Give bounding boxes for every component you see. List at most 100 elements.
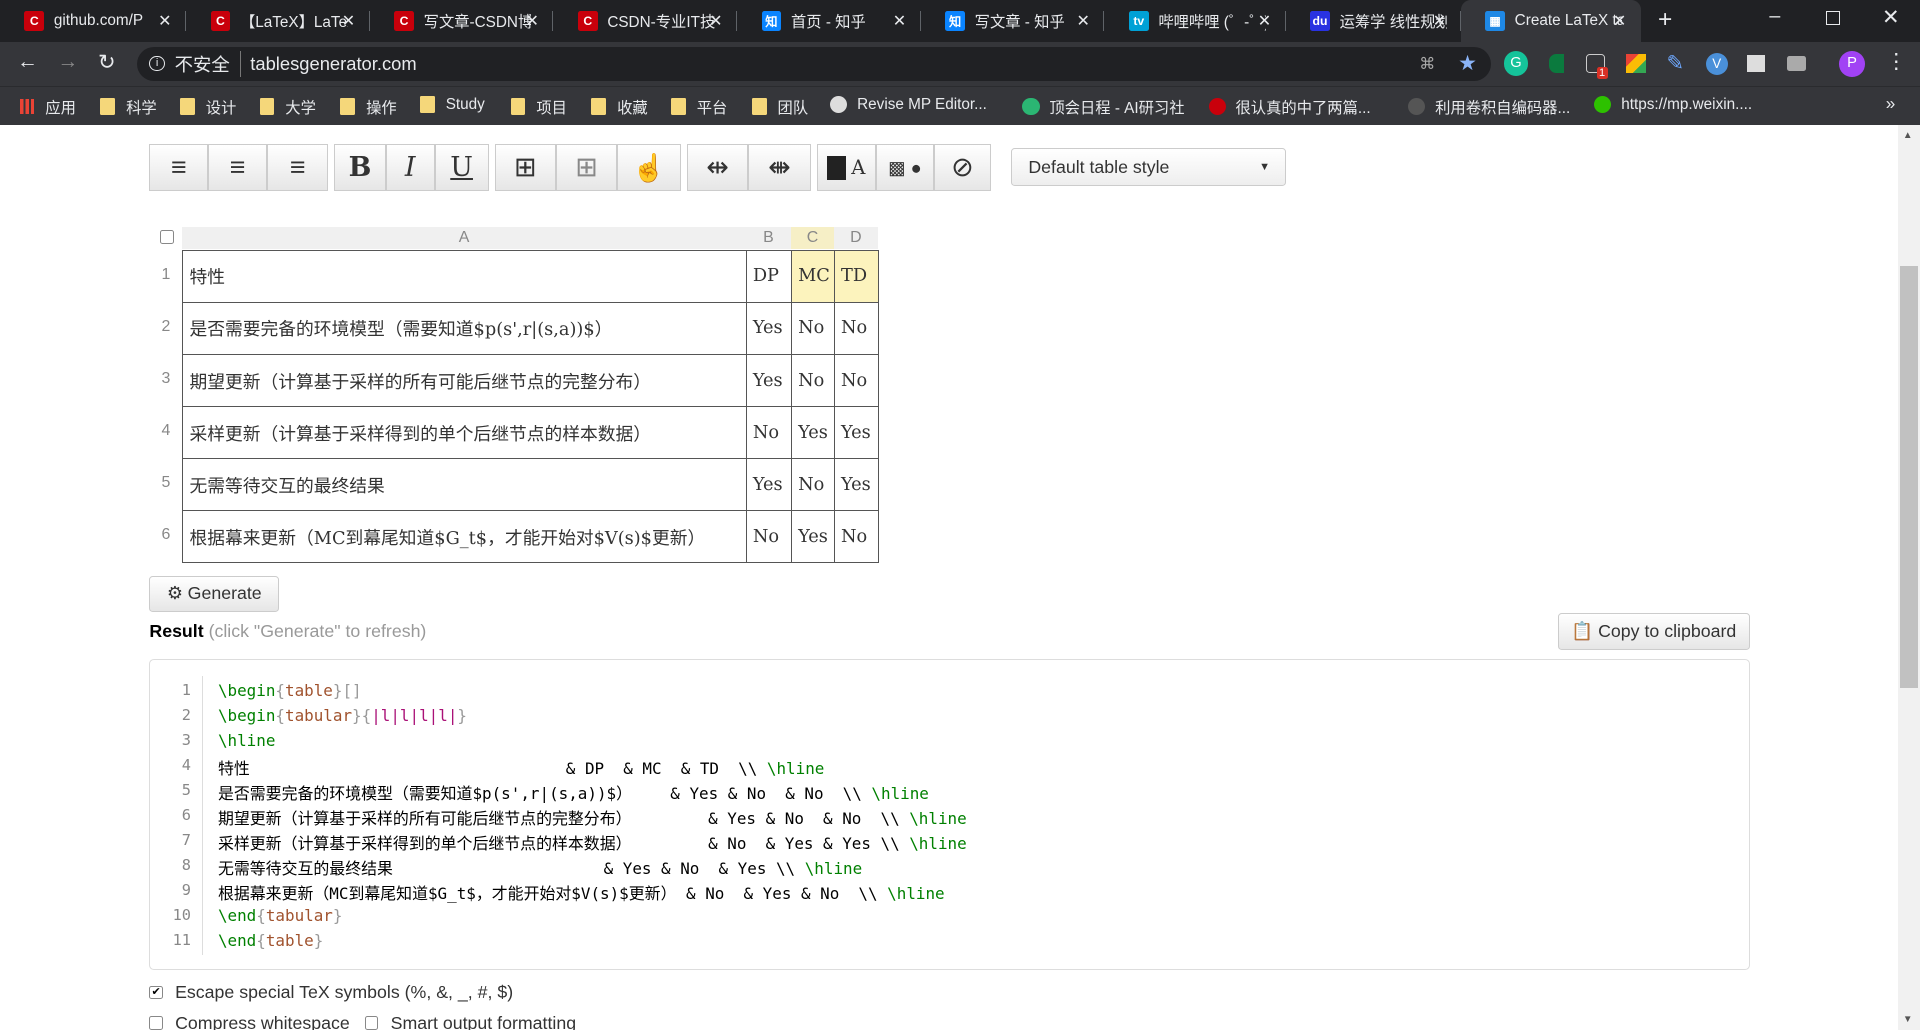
feather-extension-icon[interactable]: ✎ bbox=[1667, 51, 1684, 76]
table-cell[interactable]: 根据幕来更新（MC到幕尾知道$G_t$，才能开始对$V(s)$更新） bbox=[182, 510, 747, 564]
table-cell[interactable]: 期望更新（计算基于采样的所有可能后继节点的完整分布） bbox=[182, 353, 747, 408]
bookmark-item[interactable]: 大学 bbox=[259, 96, 316, 118]
table-cell[interactable]: No bbox=[833, 301, 880, 356]
bold-button[interactable]: B bbox=[334, 144, 386, 191]
scrollbar-thumb[interactable] bbox=[1900, 265, 1918, 689]
tab[interactable]: ▦ Create LaTeX tables✕ bbox=[1460, 0, 1641, 42]
extension-icon[interactable] bbox=[1548, 53, 1564, 74]
close-tab-icon[interactable]: ✕ bbox=[1613, 11, 1626, 31]
forward-button[interactable]: → bbox=[58, 50, 79, 74]
select-all-checkbox[interactable] bbox=[160, 230, 174, 244]
code-line[interactable]: \begin{table}[] bbox=[218, 681, 362, 700]
close-tab-icon[interactable]: ✕ bbox=[525, 11, 538, 31]
translate-icon[interactable]: ⌘ bbox=[1419, 54, 1435, 74]
table-cell[interactable]: TD bbox=[833, 249, 880, 304]
url-text[interactable]: tablesgenerator.com bbox=[250, 53, 416, 75]
table-cell[interactable]: Yes bbox=[745, 457, 793, 512]
back-button[interactable]: ← bbox=[17, 50, 38, 74]
restore-button[interactable] bbox=[1825, 11, 1840, 26]
edit-borders-button[interactable]: ☝ bbox=[617, 144, 681, 191]
table-cell[interactable]: No bbox=[745, 405, 793, 460]
code-line[interactable]: 特性 & DP & MC & TD \\ \hline bbox=[218, 756, 824, 779]
close-tab-icon[interactable]: ✕ bbox=[1258, 11, 1271, 31]
code-line[interactable]: 采样更新（计算基于采样得到的单个后继节点的样本数据） & No & Yes & … bbox=[218, 831, 967, 854]
grammarly-extension-icon[interactable]: G bbox=[1503, 51, 1529, 76]
close-tab-icon[interactable]: ✕ bbox=[1076, 11, 1089, 31]
inner-borders-button[interactable]: ⊞ bbox=[555, 144, 618, 191]
tab[interactable]: C 写文章-CSDN博客✕ bbox=[370, 0, 554, 42]
close-tab-icon[interactable]: ✕ bbox=[893, 11, 906, 31]
avatar[interactable]: P bbox=[1839, 51, 1865, 78]
more-bookmarks-button[interactable]: » bbox=[1886, 93, 1896, 114]
table-cell[interactable]: MC bbox=[791, 249, 836, 304]
scroll-up-arrow[interactable]: ▲ bbox=[1903, 130, 1913, 141]
tab[interactable]: C CSDN-专业IT技术社区✕ bbox=[553, 0, 738, 42]
underline-button[interactable]: U bbox=[434, 144, 489, 191]
code-line[interactable]: \end{table} bbox=[218, 931, 323, 950]
tab[interactable]: 知首页 - 知乎 ✕ bbox=[737, 0, 921, 42]
text-color-button[interactable]: A bbox=[816, 144, 876, 191]
bookmark-item[interactable]: 操作 bbox=[340, 96, 397, 118]
v-extension-icon[interactable]: V bbox=[1705, 52, 1728, 75]
clear-format-button[interactable]: ⊘ bbox=[934, 144, 991, 191]
table-cell[interactable]: 采样更新（计算基于采样得到的单个后继节点的样本数据） bbox=[182, 405, 747, 460]
option-checkbox[interactable]: ✔ bbox=[149, 985, 163, 1000]
table-cell[interactable]: DP bbox=[745, 249, 793, 304]
row-number[interactable]: 2 bbox=[149, 318, 182, 336]
copy-to-clipboard-button[interactable]: 📋 Copy to clipboard bbox=[1557, 613, 1750, 651]
close-window-button[interactable]: ✕ bbox=[1882, 5, 1899, 30]
extension-badge-icon[interactable]: 1 bbox=[1585, 53, 1608, 80]
scroll-down-arrow[interactable]: ▼ bbox=[1903, 1014, 1913, 1025]
bookmark-item[interactable]: 顶会日程 - AI研习社 bbox=[1022, 96, 1185, 118]
table-cell[interactable]: Yes bbox=[833, 457, 880, 512]
bookmark-item[interactable]: 收藏 bbox=[591, 96, 648, 118]
close-tab-icon[interactable]: ✕ bbox=[1433, 11, 1446, 31]
table-cell[interactable]: No bbox=[833, 510, 880, 564]
background-color-button[interactable]: ▩ ● bbox=[875, 144, 935, 191]
merge-cells-button[interactable]: ⇹ bbox=[686, 144, 749, 191]
italic-button[interactable]: I bbox=[385, 144, 435, 191]
row-number[interactable]: 4 bbox=[149, 422, 182, 440]
split-cells-button[interactable]: ⇼ bbox=[748, 144, 811, 191]
table-cell[interactable]: Yes bbox=[791, 405, 836, 460]
align-center-button[interactable]: ≡ bbox=[208, 144, 267, 191]
row-number[interactable]: 6 bbox=[149, 526, 182, 544]
row-number[interactable]: 1 bbox=[149, 266, 182, 284]
reload-button[interactable]: ↻ bbox=[98, 50, 115, 75]
address-bar[interactable]: i 不安全 tablesgenerator.com ⌘ ★ bbox=[137, 46, 1492, 81]
table-cell[interactable]: 是否需要完备的环境模型（需要知道$p(s',r|(s,a))$） bbox=[182, 301, 747, 356]
align-right-button[interactable]: ≡ bbox=[266, 144, 329, 191]
close-tab-icon[interactable]: ✕ bbox=[158, 11, 171, 31]
terminal-extension-icon[interactable] bbox=[1747, 55, 1765, 73]
row-number[interactable]: 3 bbox=[149, 370, 182, 388]
align-left-button[interactable]: ≡ bbox=[149, 144, 209, 191]
bookmark-item[interactable]: 设计 bbox=[180, 96, 236, 118]
bookmark-item[interactable]: Revise MP Editor... bbox=[830, 96, 987, 114]
tab[interactable]: du 运筹学 线性规划 ✕ bbox=[1286, 0, 1461, 42]
table-cell[interactable]: Yes bbox=[745, 353, 793, 408]
table-cell[interactable]: Yes bbox=[745, 301, 793, 356]
table-cell[interactable]: Yes bbox=[791, 510, 836, 564]
tab[interactable]: tv 哔哩哔哩 (゜-゜) ✕ bbox=[1104, 0, 1286, 42]
minimize-button[interactable]: – bbox=[1769, 5, 1780, 28]
code-line[interactable]: 无需等待交互的最终结果 & Yes & No & Yes \\ \hline bbox=[218, 856, 862, 879]
table-cell[interactable]: No bbox=[791, 353, 836, 408]
bookmark-star-icon[interactable]: ★ bbox=[1458, 51, 1477, 76]
table-cell[interactable]: Yes bbox=[833, 405, 880, 460]
code-line[interactable]: \begin{tabular}{|l|l|l|l|} bbox=[218, 706, 467, 725]
tab[interactable]: C 【LaTeX】LaTeX ✕ bbox=[186, 0, 370, 42]
row-number[interactable]: 5 bbox=[149, 474, 182, 492]
close-tab-icon[interactable]: ✕ bbox=[342, 11, 355, 31]
column-header[interactable]: C bbox=[791, 226, 834, 249]
table-cell[interactable]: No bbox=[791, 457, 836, 512]
code-line[interactable]: 是否需要完备的环境模型（需要知道$p(s',r|(s,a))$） & Yes &… bbox=[218, 781, 929, 804]
table-cell[interactable]: 无需等待交互的最终结果 bbox=[182, 457, 747, 512]
close-tab-icon[interactable]: ✕ bbox=[709, 11, 722, 31]
option-checkbox[interactable] bbox=[149, 1016, 163, 1030]
table-cell[interactable]: No bbox=[833, 353, 880, 408]
bookmark-item[interactable]: Study bbox=[420, 96, 485, 114]
bookmark-item[interactable]: 平台 bbox=[671, 96, 727, 118]
generate-button[interactable]: ⚙ Generate bbox=[149, 575, 280, 613]
table-cell[interactable]: No bbox=[791, 301, 836, 356]
all-borders-button[interactable]: ⊞ bbox=[494, 144, 556, 191]
